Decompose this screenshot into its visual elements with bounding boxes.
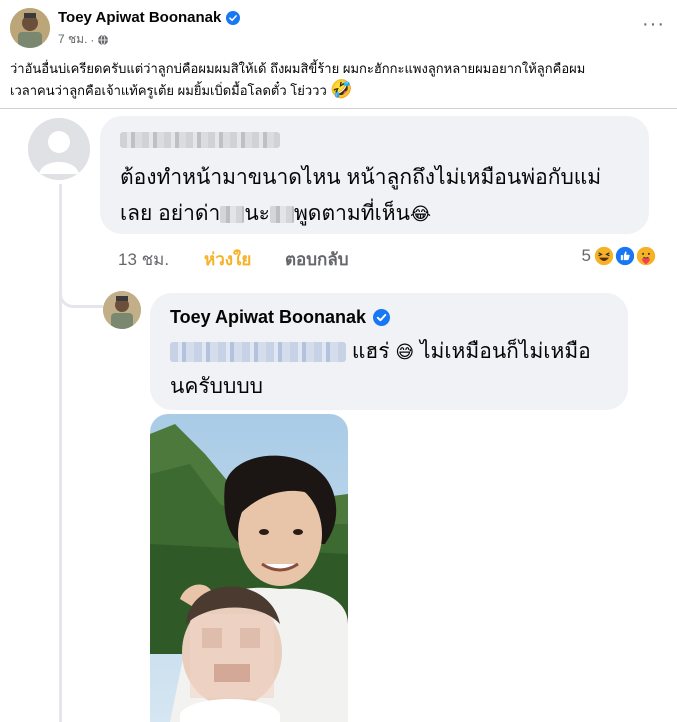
reply-text-line-2: นครับบบบ bbox=[170, 375, 264, 398]
rofl-emoji-icon: 🤣 bbox=[330, 79, 353, 100]
post-meta: 7 ชม. · bbox=[58, 30, 109, 49]
globe-icon bbox=[98, 34, 109, 45]
grinning-sweat-emoji-icon: 😅 bbox=[395, 342, 415, 363]
comment-text-part-2: เลย อย่าด่า bbox=[120, 202, 221, 225]
thread-line bbox=[59, 184, 62, 722]
commenter-avatar[interactable] bbox=[28, 118, 90, 180]
reply-author-name[interactable]: Toey Apiwat Boonanak bbox=[170, 307, 391, 328]
post-timestamp[interactable]: 7 ชม. bbox=[58, 30, 87, 49]
post-body: ว่าอันอื่นบ่เครียดครับแต่ว่าลูกบ่คือผมผม… bbox=[10, 58, 670, 101]
more-horizontal-icon: ··· bbox=[642, 13, 665, 35]
reply-author-avatar[interactable] bbox=[103, 291, 141, 329]
reply-text-part-2: ไม่เหมือนก็ไม่เหมือ bbox=[419, 340, 591, 363]
reply-text-part-1: แฮร่ bbox=[351, 340, 390, 363]
post-header: Toey Apiwat Boonanak 7 ชม. · ··· bbox=[0, 0, 677, 56]
reply-photo[interactable] bbox=[150, 414, 348, 722]
verified-badge-icon bbox=[226, 10, 241, 25]
laughing-tears-emoji-icon: 😂 bbox=[409, 204, 431, 225]
thread-connector bbox=[59, 280, 103, 308]
comment-text-part-1: ต้องทำหน้ามาขนาดไหน หน้าลูกถึงไม่เหมือนพ… bbox=[120, 166, 602, 189]
comment-text-part-4: พูดตามที่เห็น bbox=[293, 202, 410, 225]
reaction-summary[interactable]: 5 bbox=[582, 244, 658, 268]
comment-timestamp[interactable]: 13 ชม. bbox=[118, 246, 169, 273]
censored-word bbox=[220, 205, 245, 223]
reply-author-label[interactable]: Toey Apiwat Boonanak bbox=[170, 307, 366, 328]
post-author-label[interactable]: Toey Apiwat Boonanak bbox=[58, 9, 221, 26]
care-reaction-icon bbox=[634, 244, 658, 268]
reply-text: แฮร่ 😅 ไม่เหมือนก็ไม่เหมือ นครับบบบ bbox=[170, 335, 620, 404]
comment-text: ต้องทำหน้ามาขนาดไหน หน้าลูกถึงไม่เหมือนพ… bbox=[120, 160, 640, 233]
comment-bubble: ต้องทำหน้ามาขนาดไหน หน้าลูกถึงไม่เหมือนพ… bbox=[100, 116, 649, 234]
post-author-name[interactable]: Toey Apiwat Boonanak bbox=[58, 9, 241, 26]
reply-bubble: Toey Apiwat Boonanak แฮร่ 😅 ไม่เหมือนก็ไ… bbox=[150, 293, 628, 410]
meta-separator: · bbox=[90, 32, 95, 47]
blurred-commenter-name[interactable] bbox=[120, 132, 280, 148]
censored-word bbox=[269, 205, 294, 223]
divider bbox=[0, 108, 677, 109]
post-author-avatar[interactable] bbox=[10, 8, 50, 48]
reaction-count: 5 bbox=[581, 246, 591, 265]
post-text-line-2-content: เวลาคนว่าลูกคือเจ้าแท้ครูเต้ย ผมยิ้มเบิ่… bbox=[10, 83, 327, 98]
care-reaction-button[interactable]: ห่วงใย bbox=[204, 246, 251, 273]
reply-button[interactable]: ตอบกลับ bbox=[285, 246, 349, 273]
blurred-mention-tag[interactable] bbox=[170, 342, 346, 363]
more-options-button[interactable]: ··· bbox=[642, 14, 665, 34]
verified-badge-icon bbox=[373, 309, 391, 326]
comment-text-part-3: นะ bbox=[244, 202, 270, 225]
post-text-line-2: เวลาคนว่าลูกคือเจ้าแท้ครูเต้ย ผมยิ้มเบิ่… bbox=[10, 79, 670, 101]
post-text-line-1: ว่าอันอื่นบ่เครียดครับแต่ว่าลูกบ่คือผมผม… bbox=[10, 61, 586, 76]
comment-actions: 13 ชม. ห่วงใย ตอบกลับ 5 bbox=[118, 244, 658, 270]
